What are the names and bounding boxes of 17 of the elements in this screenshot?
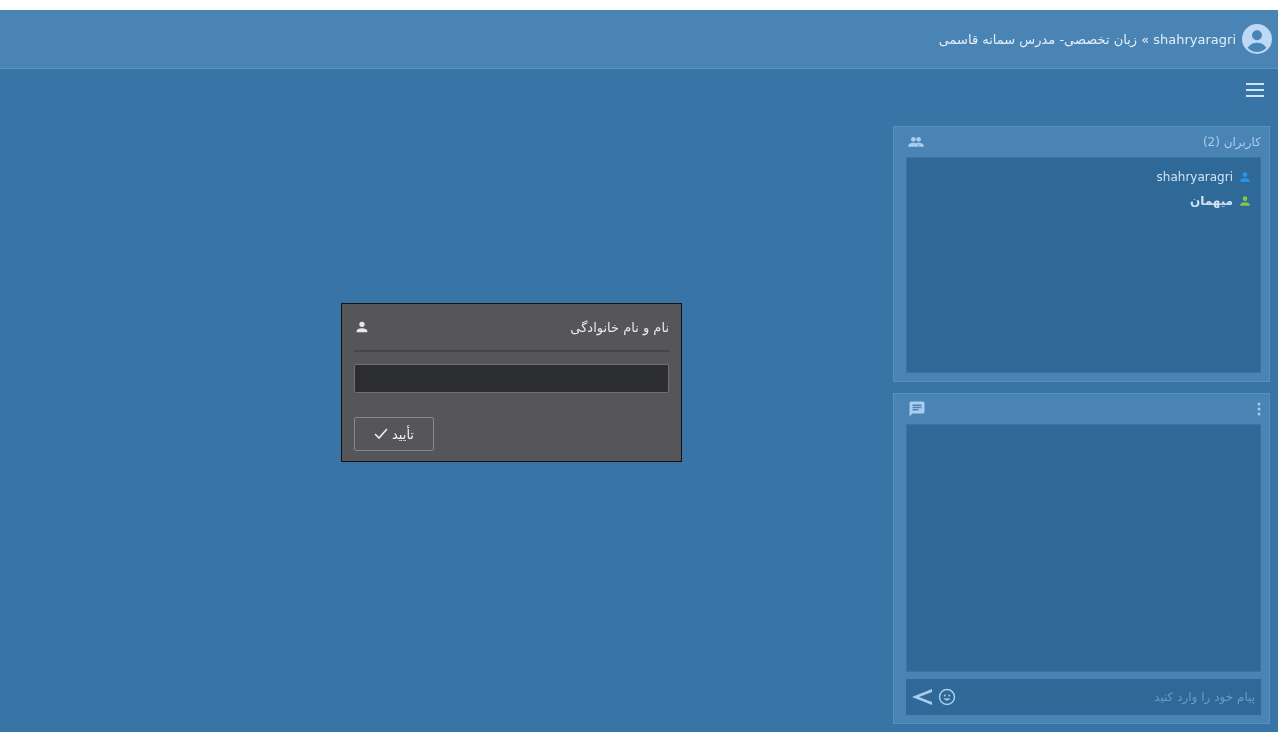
smiley-icon[interactable]	[938, 688, 956, 706]
person-icon	[354, 319, 370, 335]
message-field[interactable]: پیام خود را وارد کنید	[962, 679, 1261, 715]
user-name[interactable]: میهمان	[1189, 194, 1233, 208]
check-icon	[374, 428, 389, 440]
chat-icon	[908, 400, 926, 418]
confirm-button[interactable]: تأیید	[354, 417, 434, 451]
users-panel-title: کاربران (2)	[1202, 135, 1261, 149]
dialog-title: نام و نام خانوادگی	[570, 319, 669, 335]
name-input-field[interactable]	[354, 364, 669, 393]
people-icon	[908, 136, 924, 148]
more-icon[interactable]	[1257, 402, 1261, 416]
user-name[interactable]: shahryaragri	[1156, 170, 1233, 184]
avatar-icon[interactable]	[1242, 24, 1272, 54]
send-icon[interactable]	[912, 689, 932, 705]
menu-icon[interactable]	[1246, 83, 1264, 97]
room-title: shahryaragri » زبان تخصصی- مدرس سمانه قاسمی	[938, 31, 1236, 47]
